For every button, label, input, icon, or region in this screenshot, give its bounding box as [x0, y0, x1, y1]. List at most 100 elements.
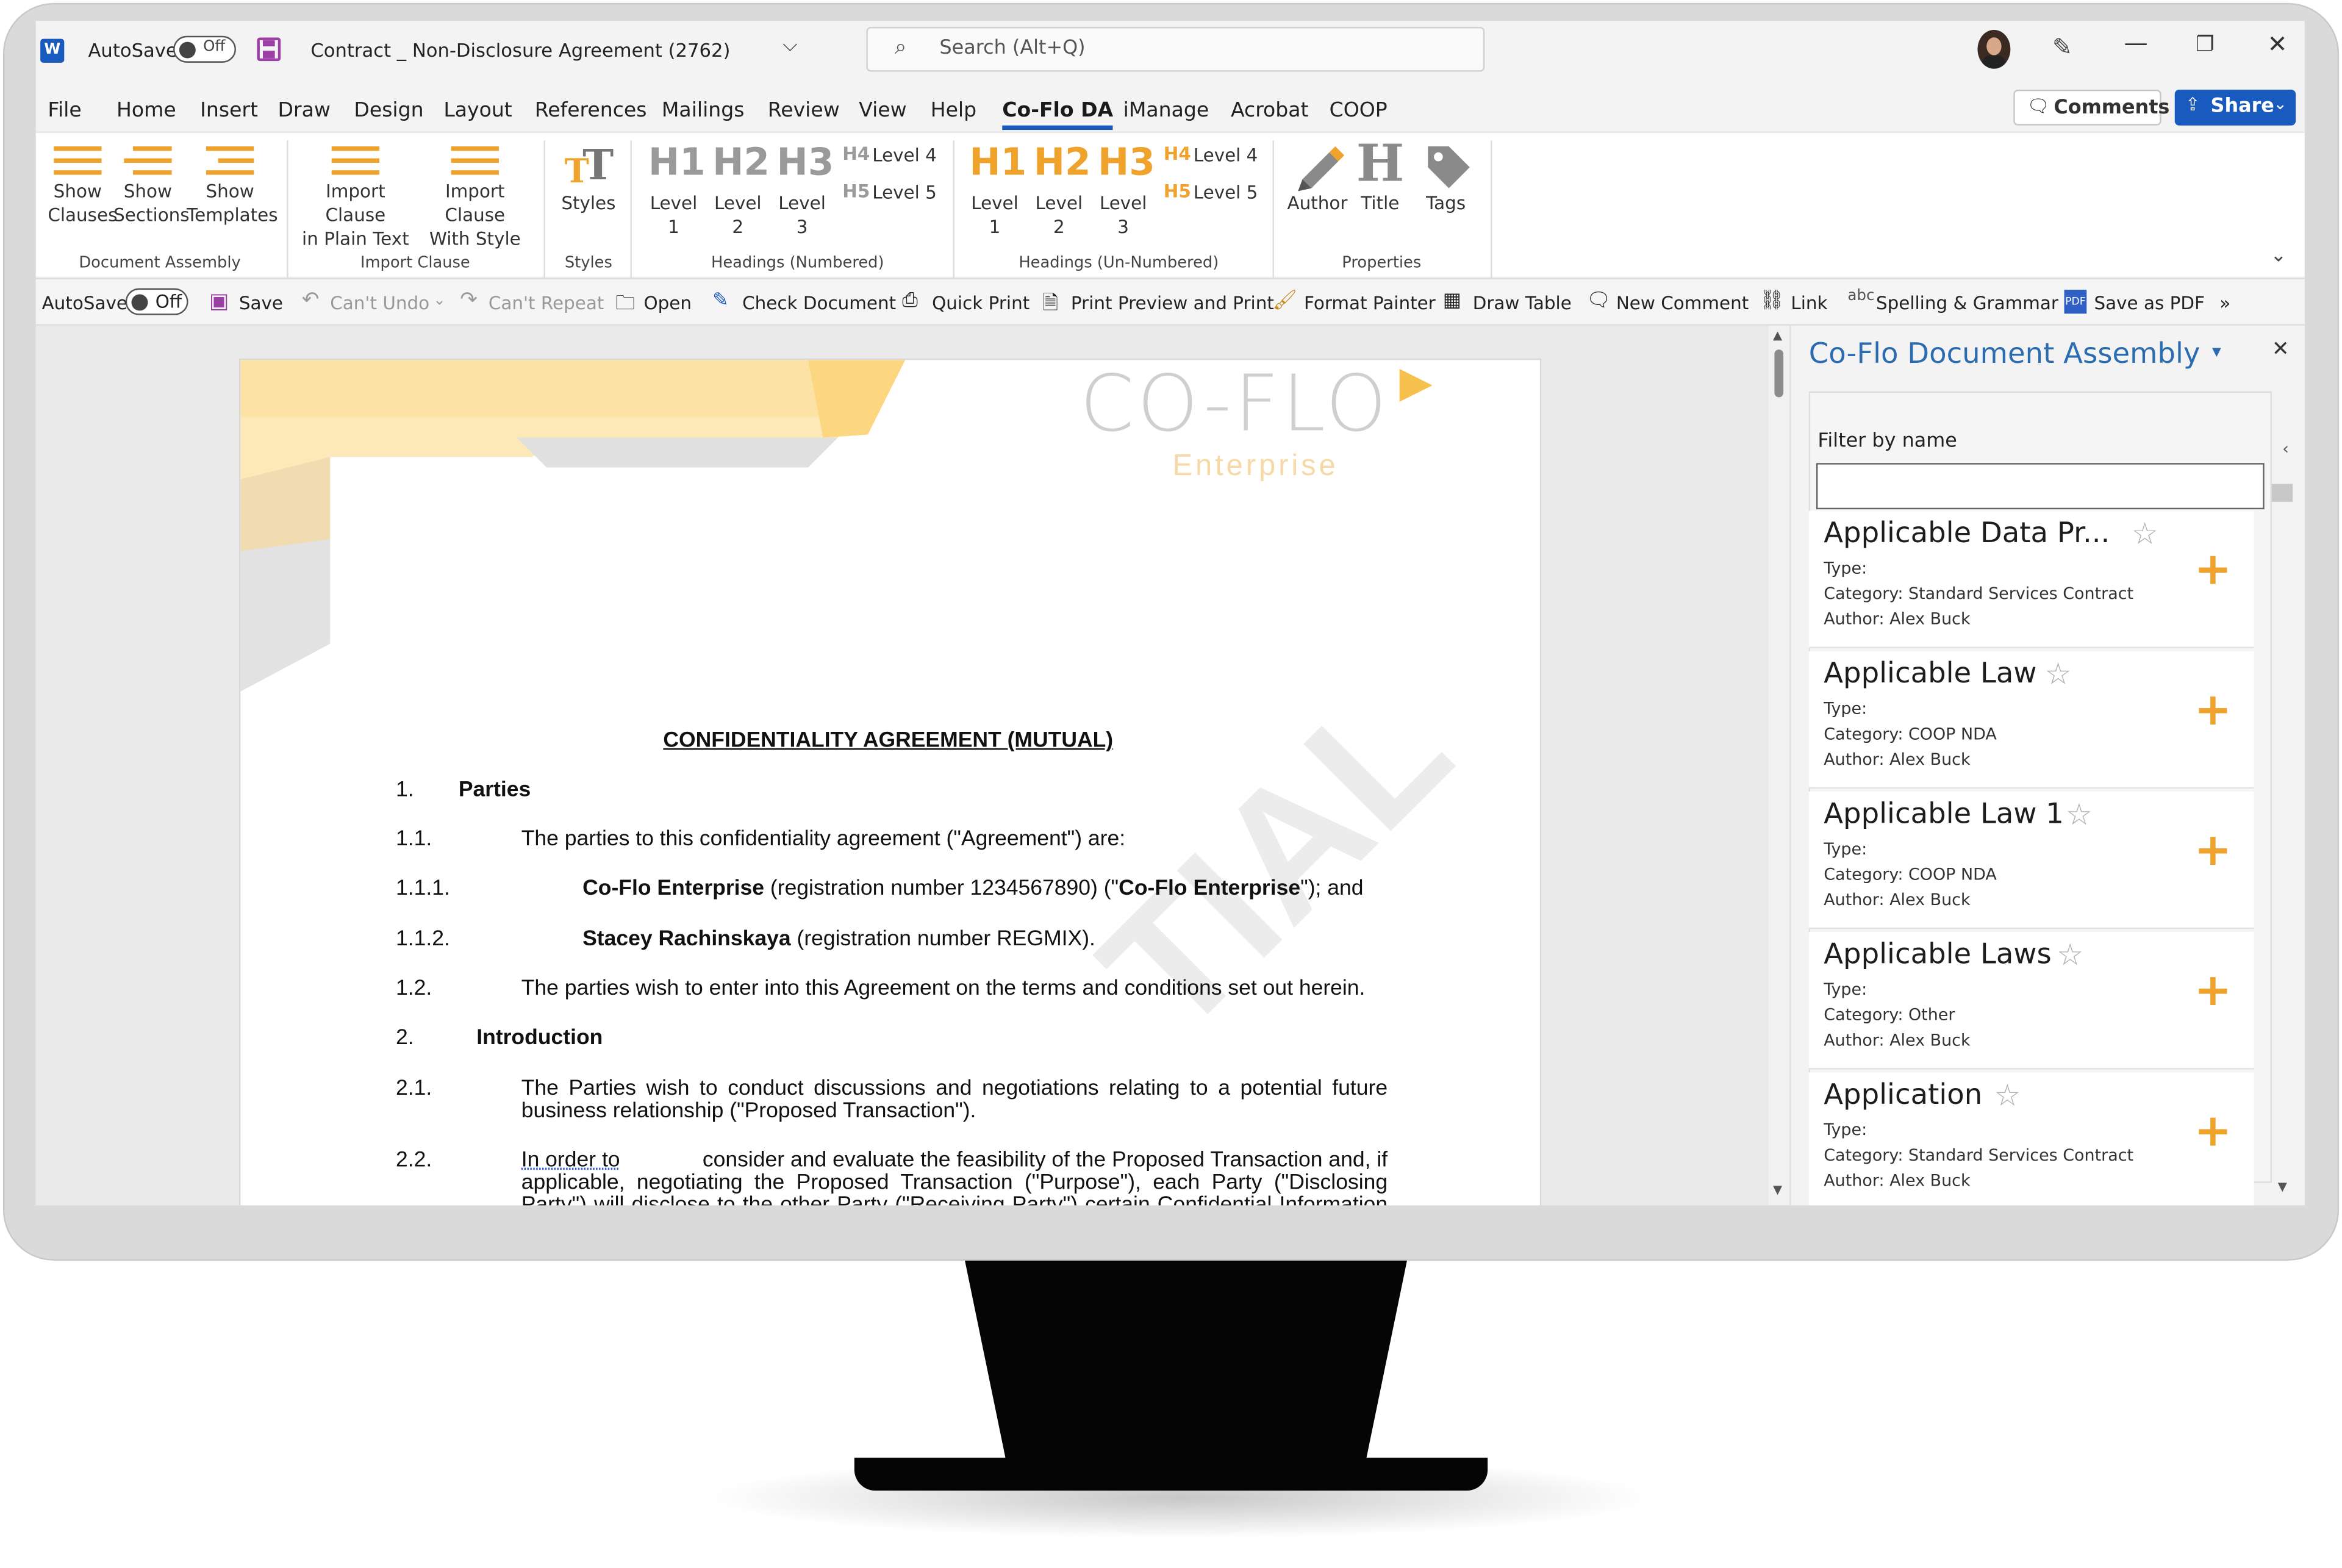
pane-scrollbar-thumb[interactable]: [2271, 484, 2293, 502]
add-clause-plus-icon[interactable]: +: [2194, 684, 2232, 737]
new-comment-button[interactable]: New Comment: [1616, 293, 1749, 313]
add-clause-plus-icon[interactable]: +: [2194, 1105, 2232, 1158]
group-label-properties: Properties: [1342, 254, 1422, 272]
heading-level-3-unnumbered[interactable]: Level 3: [1095, 191, 1151, 238]
clause-card[interactable]: Application ☆ Type: Category: Standard S…: [1808, 1072, 2254, 1206]
show-clauses-button[interactable]: Show Clauses: [48, 179, 117, 227]
clause-card[interactable]: Applicable Laws ☆ Type: Category: Other …: [1808, 932, 2254, 1070]
save-as-pdf-button[interactable]: Save as PDF: [2094, 293, 2204, 313]
minimize-icon[interactable]: —: [2124, 29, 2147, 57]
tab-co-flo-da[interactable]: Co-Flo DA: [1002, 99, 1114, 131]
heading-level-4-numbered[interactable]: Level 4: [872, 143, 937, 167]
search-box[interactable]: ⌕ Search (Alt+Q): [866, 27, 1485, 72]
draw-table-icon: ▦: [1442, 290, 1461, 312]
heading-level-2-unnumbered[interactable]: Level 2: [1031, 191, 1087, 238]
filter-input[interactable]: [1816, 463, 2265, 510]
clause-category: Category: Other: [1824, 1005, 1955, 1025]
comment-icon: 🗨: [2027, 95, 2050, 117]
favorite-star-icon[interactable]: ☆: [2057, 937, 2083, 973]
more-commands-button[interactable]: »: [2219, 293, 2230, 313]
close-pane-icon[interactable]: ✕: [2272, 337, 2290, 361]
group-label-import-clause: Import Clause: [360, 254, 470, 272]
tab-file[interactable]: File: [48, 99, 81, 123]
comments-button[interactable]: 🗨 Comments: [2013, 89, 2169, 126]
tab-help[interactable]: Help: [931, 99, 976, 123]
heading-level-1-numbered[interactable]: Level 1: [645, 191, 702, 238]
favorite-star-icon[interactable]: ☆: [2132, 515, 2158, 551]
qat-autosave-toggle[interactable]: Off: [125, 288, 188, 315]
document-scrollbar[interactable]: ▲ ▼: [1768, 325, 1789, 1206]
collapse-left-icon[interactable]: ‹: [2282, 439, 2289, 459]
clause-author: Author: Alex Buck: [1824, 1171, 1971, 1190]
tab-imanage[interactable]: iManage: [1123, 99, 1209, 123]
autosave-toggle[interactable]: Off: [173, 35, 236, 63]
author-button[interactable]: Author: [1284, 191, 1350, 215]
check-document-button[interactable]: Check Document: [742, 293, 896, 313]
tab-review[interactable]: Review: [768, 99, 840, 123]
clause-number: 1.2.: [395, 976, 432, 1001]
clause-card[interactable]: Applicable Law ☆ Type: Category: COOP ND…: [1808, 651, 2254, 789]
tab-insert[interactable]: Insert: [200, 99, 258, 123]
repeat-button[interactable]: Can't Repeat: [489, 293, 604, 313]
user-avatar[interactable]: [1977, 29, 2011, 69]
ribbon-collapse-chevron-icon[interactable]: ⌄: [2270, 245, 2286, 268]
favorite-star-icon[interactable]: ☆: [1994, 1077, 2021, 1113]
save-icon[interactable]: [257, 37, 281, 62]
add-clause-plus-icon[interactable]: +: [2194, 543, 2232, 596]
heading-level-5-unnumbered[interactable]: Level 5: [1194, 181, 1258, 204]
import-clause-style-button[interactable]: Import Clause With Style: [415, 179, 535, 251]
restore-icon[interactable]: ❐: [2196, 33, 2215, 57]
tags-button[interactable]: Tags: [1416, 191, 1476, 215]
heading-level-4-unnumbered[interactable]: Level 4: [1194, 143, 1258, 167]
print-preview-button[interactable]: Print Preview and Print: [1071, 293, 1274, 313]
h3-numbered-icon: H3: [776, 140, 834, 184]
show-sections-button[interactable]: Show Sections: [113, 179, 190, 227]
add-clause-plus-icon[interactable]: +: [2194, 825, 2232, 877]
quick-print-button[interactable]: Quick Print: [932, 293, 1030, 313]
draw-table-button[interactable]: Draw Table: [1473, 293, 1572, 313]
tab-mailings[interactable]: Mailings: [662, 99, 745, 123]
spelling-grammar-button[interactable]: Spelling & Grammar: [1876, 293, 2058, 313]
share-button[interactable]: ⇪ Share ⌄: [2174, 89, 2296, 126]
chevron-down-icon[interactable]: ⌵: [782, 34, 797, 57]
pane-options-icon[interactable]: ▾: [2212, 340, 2221, 361]
heading-level-2-numbered[interactable]: Level 2: [709, 191, 766, 238]
group-label-headings-numbered: Headings (Numbered): [711, 254, 884, 272]
tab-draw[interactable]: Draw: [278, 99, 331, 123]
pen-icon[interactable]: ✎: [2052, 33, 2072, 62]
scroll-down-icon[interactable]: ▼: [1773, 1183, 1782, 1197]
scroll-up-icon[interactable]: ▲: [1773, 329, 1782, 342]
heading-level-1-unnumbered[interactable]: Level 1: [967, 191, 1023, 238]
close-window-icon[interactable]: ✕: [2268, 30, 2288, 59]
document-page[interactable]: CO-FLO Enterprise TIAL CONFIDENTIALITY A…: [238, 358, 1542, 1206]
add-clause-plus-icon[interactable]: +: [2194, 965, 2232, 1017]
tab-acrobat[interactable]: Acrobat: [1231, 99, 1309, 123]
tab-design[interactable]: Design: [354, 99, 423, 123]
show-templates-button[interactable]: Show Templates: [187, 179, 278, 227]
favorite-star-icon[interactable]: ☆: [2045, 656, 2072, 692]
clause-card[interactable]: Applicable Data Pr... ☆ Type: Category: …: [1808, 510, 2254, 648]
ribbon-divider: [630, 140, 632, 278]
open-button[interactable]: Open: [644, 293, 692, 313]
styles-button[interactable]: Styles: [556, 191, 621, 215]
tab-references[interactable]: References: [535, 99, 647, 123]
link-button[interactable]: Link: [1791, 293, 1827, 313]
clause-card[interactable]: Applicable Law 1 ☆ Type: Category: COOP …: [1808, 791, 2254, 929]
tab-view[interactable]: View: [859, 99, 906, 123]
title-button[interactable]: Title: [1350, 191, 1410, 215]
undo-button[interactable]: Can't Undo: [330, 293, 429, 313]
heading-level-5-numbered[interactable]: Level 5: [872, 181, 937, 204]
import-clause-plain-button[interactable]: Import Clause in Plain Text: [296, 179, 415, 251]
format-painter-button[interactable]: Format Painter: [1304, 293, 1436, 313]
qat-save-button[interactable]: Save: [239, 293, 283, 313]
undo-dropdown-icon[interactable]: ⌄: [433, 293, 446, 309]
scrollbar-thumb[interactable]: [1774, 349, 1784, 398]
h4-unnumbered-icon: H4: [1163, 143, 1191, 165]
pane-scroll-down-icon[interactable]: ▼: [2278, 1180, 2287, 1194]
tab-home[interactable]: Home: [116, 99, 176, 123]
heading-level-3-numbered[interactable]: Level 3: [774, 191, 831, 238]
tab-coop[interactable]: COOP: [1330, 99, 1388, 123]
tab-layout[interactable]: Layout: [443, 99, 512, 123]
favorite-star-icon[interactable]: ☆: [2066, 796, 2093, 832]
agreement-heading: CONFIDENTIALITY AGREEMENT (MUTUAL): [663, 729, 1114, 753]
